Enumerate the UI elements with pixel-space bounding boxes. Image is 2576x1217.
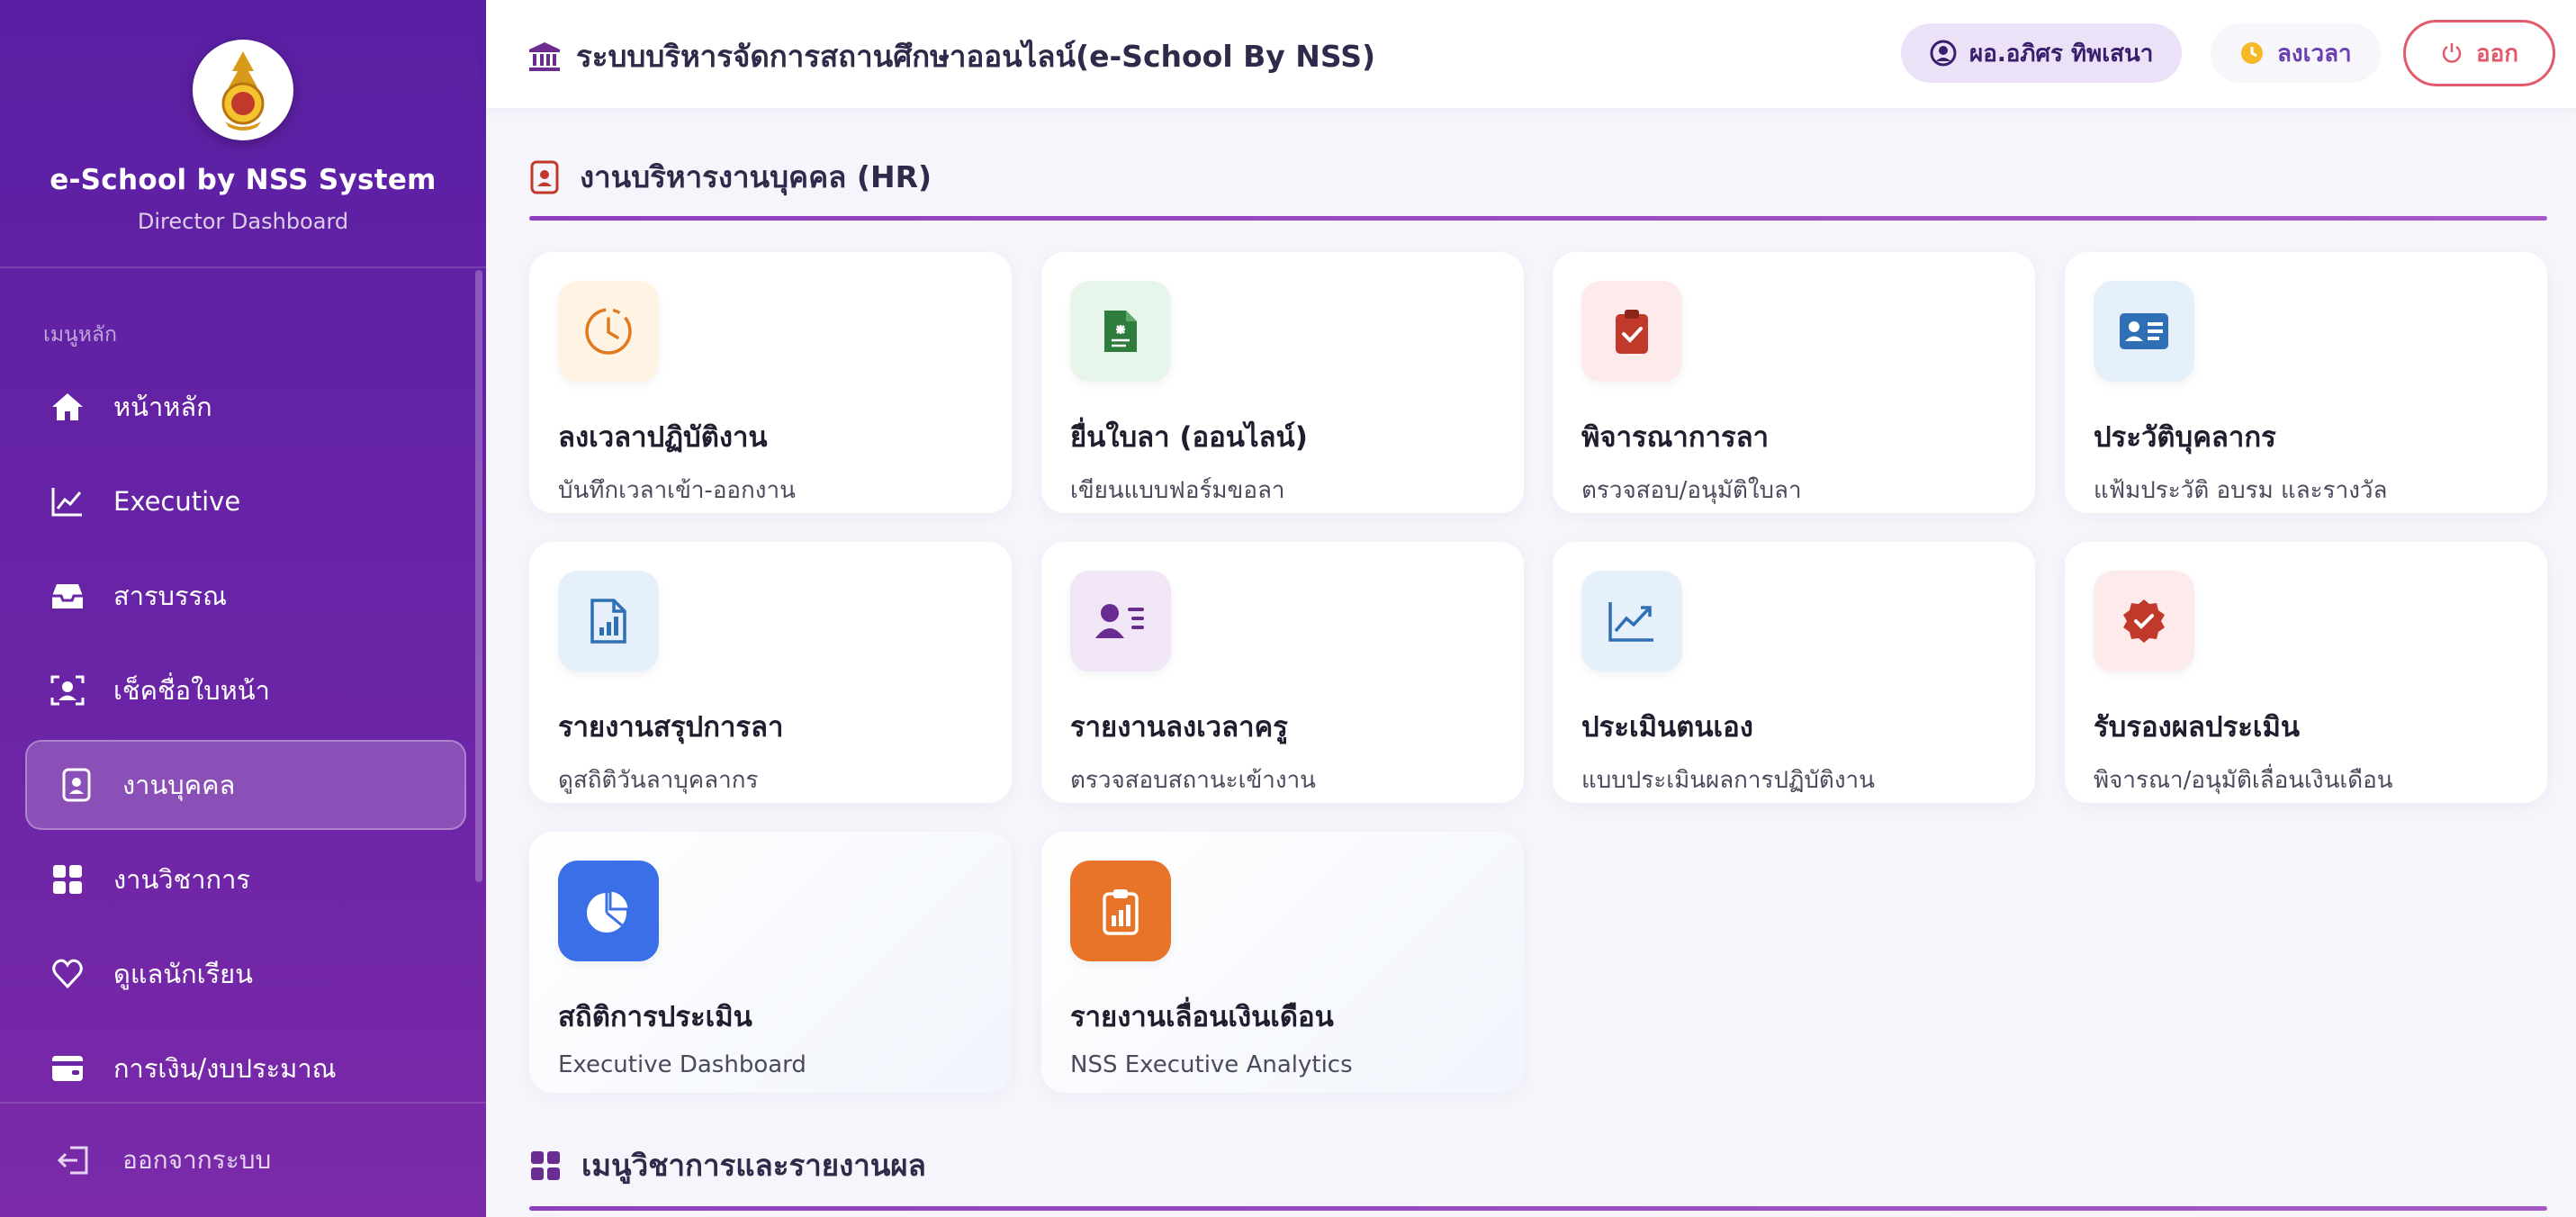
card-subtitle: แฟ้มประวัติ อบรม และรางวัล — [2094, 477, 2388, 504]
school-logo — [193, 40, 293, 140]
topbar: ระบบบริหารจัดการสถานศึกษาออนไลน์(e-Schoo… — [486, 0, 2576, 108]
section-divider — [529, 216, 2547, 221]
wallet-icon — [49, 1050, 86, 1087]
card-leave-request[interactable]: ยื่นใบลา (ออนไลน์) เขียนแบบฟอร์มขอลา — [1041, 252, 1524, 513]
card-time-attendance[interactable]: ลงเวลาปฏิบัติงาน บันทึกเวลาเข้า-ออกงาน — [529, 252, 1012, 513]
card-assessment-certification[interactable]: รับรองผลประเมิน พิจารณา/อนุมัติเลื่อนเงิ… — [2065, 542, 2547, 803]
card-subtitle: ดูสถิติวันลาบุคลากร — [558, 767, 759, 794]
sidebar-item-label: สารบรรณ — [113, 581, 228, 611]
sidebar-item-label: ดูแลนักเรียน — [113, 959, 253, 989]
card-title: พิจารณาการลา — [1581, 421, 1770, 454]
logout-label: ออก — [2476, 40, 2518, 68]
card-personnel-profile[interactable]: ประวัติบุคลากร แฟ้มประวัติ อบรม และรางวั… — [2065, 252, 2547, 513]
grid-icon — [49, 861, 86, 898]
sidebar-item-label: เช็คชื่อใบหน้า — [113, 675, 270, 706]
power-icon — [2440, 41, 2463, 65]
user-circle-icon — [1930, 40, 1957, 67]
sidebar-scrollbar[interactable] — [475, 270, 482, 882]
card-teacher-attendance-report[interactable]: รายงานลงเวลาครู ตรวจสอบสถานะเข้างาน — [1041, 542, 1524, 803]
sign-out-icon — [56, 1144, 92, 1176]
face-scan-icon — [49, 672, 86, 709]
sidebar-item-label: การเงิน/งบประมาณ — [113, 1053, 337, 1084]
clipboard-chart-icon — [1070, 861, 1171, 961]
app-title: ระบบบริหารจัดการสถานศึกษาออนไลน์(e-Schoo… — [576, 39, 1376, 74]
sidebar-item-face-check[interactable]: เช็คชื่อใบหน้า — [25, 645, 466, 735]
pie-chart-icon — [558, 861, 659, 961]
file-chart-icon — [558, 571, 659, 672]
sidebar-brand: e-School by NSS System Director Dashboar… — [0, 0, 486, 268]
card-title: รายงานสรุปการลา — [558, 711, 784, 744]
clock-in-label: ลงเวลา — [2277, 40, 2352, 68]
heart-icon — [49, 955, 86, 993]
sidebar-item-home[interactable]: หน้าหลัก — [25, 362, 466, 452]
card-subtitle: ตรวจสอบสถานะเข้างาน — [1070, 767, 1316, 794]
logout-button[interactable]: ออก — [2403, 20, 2555, 86]
inbox-icon — [49, 577, 86, 615]
logout-label: ออกจากระบบ — [122, 1145, 272, 1175]
sidebar-item-academic[interactable]: งานวิชาการ — [25, 834, 466, 924]
card-title: สถิติการประเมิน — [558, 1001, 752, 1033]
card-leave-approval[interactable]: พิจารณาการลา ตรวจสอบ/อนุมัติใบลา — [1553, 252, 2035, 513]
sidebar-item-label: งานวิชาการ — [113, 864, 250, 895]
card-title: ประวัติบุคลากร — [2094, 421, 2276, 454]
card-subtitle: ตรวจสอบ/อนุมัติใบลา — [1581, 477, 1802, 504]
card-subtitle: เขียนแบบฟอร์มขอลา — [1070, 477, 1285, 504]
section-divider — [529, 1206, 2547, 1211]
clock-icon — [558, 281, 659, 382]
section-title: เมนูวิชาการและรายงานผล — [581, 1148, 926, 1183]
sidebar-item-personnel[interactable]: งานบุคคล — [25, 740, 466, 830]
card-subtitle: พิจารณา/อนุมัติเลื่อนเงินเดือน — [2094, 767, 2393, 794]
card-title: รายงานลงเวลาครู — [1070, 711, 1288, 744]
id-badge-icon — [529, 159, 560, 195]
card-subtitle: บันทึกเวลาเข้า-ออกงาน — [558, 477, 796, 504]
sidebar-item-student-care[interactable]: ดูแลนักเรียน — [25, 929, 466, 1019]
menu-caption: เมนูหลัก — [43, 323, 117, 347]
home-icon — [49, 388, 86, 426]
sidebar-item-label: หน้าหลัก — [113, 392, 212, 422]
certificate-icon — [2094, 571, 2194, 672]
trend-chart-icon — [1581, 571, 1682, 672]
grid-icon — [529, 1149, 562, 1182]
user-name: ผอ.อภิศร ทิพเสนา — [1969, 40, 2154, 68]
card-title: รับรองผลประเมิน — [2094, 711, 2301, 744]
user-list-icon — [1070, 571, 1171, 672]
sidebar-item-finance[interactable]: การเงิน/งบประมาณ — [25, 1023, 466, 1113]
page-title: ระบบบริหารจัดการสถานศึกษาออนไลน์(e-Schoo… — [527, 32, 1375, 80]
card-subtitle: Executive Dashboard — [558, 1051, 806, 1078]
clipboard-check-icon — [1581, 281, 1682, 382]
card-salary-promotion-report[interactable]: รายงานเลื่อนเงินเดือน NSS Executive Anal… — [1041, 832, 1524, 1093]
sidebar-menu: หน้าหลัก Executive สารบรรณ เช็คชื่อใบหน้… — [25, 362, 466, 1118]
brand-title: e-School by NSS System — [50, 164, 437, 196]
card-title: ยื่นใบลา (ออนไลน์) — [1070, 421, 1308, 454]
id-badge-icon — [58, 766, 95, 804]
file-medical-icon — [1070, 281, 1171, 382]
clock-icon — [2239, 41, 2265, 66]
section-title: งานบริหารงานบุคคล (HR) — [580, 159, 932, 194]
chart-line-icon — [49, 482, 86, 520]
card-title: ประเมินตนเอง — [1581, 711, 1753, 744]
card-title: รายงานเลื่อนเงินเดือน — [1070, 1001, 1334, 1033]
card-leave-summary-report[interactable]: รายงานสรุปการลา ดูสถิติวันลาบุคลากร — [529, 542, 1012, 803]
sidebar-item-executive[interactable]: Executive — [25, 456, 466, 546]
sidebar: e-School by NSS System Director Dashboar… — [0, 0, 486, 1217]
card-subtitle: แบบประเมินผลการปฏิบัติงาน — [1581, 767, 1875, 794]
card-self-assessment[interactable]: ประเมินตนเอง แบบประเมินผลการปฏิบัติงาน — [1553, 542, 2035, 803]
academic-section-heading: เมนูวิชาการและรายงานผล — [529, 1141, 926, 1189]
card-title: ลงเวลาปฏิบัติงาน — [558, 421, 768, 454]
sidebar-item-label: Executive — [113, 486, 241, 517]
card-subtitle: NSS Executive Analytics — [1070, 1051, 1353, 1078]
sidebar-logout-button[interactable]: ออกจากระบบ — [0, 1102, 486, 1217]
sidebar-item-label: งานบุคคล — [122, 770, 236, 800]
sidebar-item-saraban[interactable]: สารบรรณ — [25, 551, 466, 641]
user-profile-chip[interactable]: ผอ.อภิศร ทิพเสนา — [1901, 23, 2183, 83]
institution-icon — [527, 41, 562, 73]
clock-in-button[interactable]: ลงเวลา — [2211, 23, 2381, 83]
card-assessment-statistics[interactable]: สถิติการประเมิน Executive Dashboard — [529, 832, 1012, 1093]
hr-section-heading: งานบริหารงานบุคคล (HR) — [529, 153, 932, 201]
brand-subtitle: Director Dashboard — [137, 209, 349, 234]
id-card-icon — [2094, 281, 2194, 382]
